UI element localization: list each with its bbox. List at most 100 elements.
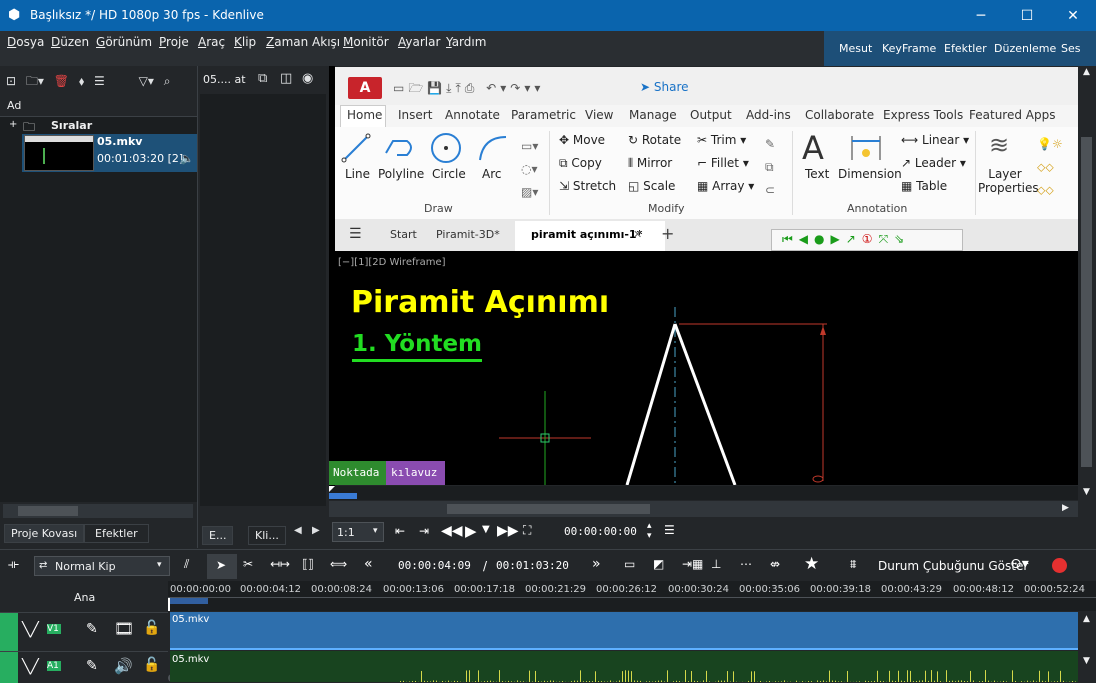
rewind-icon[interactable]: ◀◀ bbox=[441, 523, 463, 539]
timeline-zone[interactable] bbox=[170, 598, 208, 604]
video-track-icon[interactable]: 🎞 bbox=[114, 619, 134, 638]
extract-icon[interactable]: ⋯ bbox=[740, 557, 752, 571]
track-active-indicator[interactable] bbox=[0, 652, 18, 683]
menu-monitor[interactable]: Monitör bbox=[343, 35, 389, 49]
menu-zaman-akisi[interactable]: Zaman Akışı bbox=[266, 35, 340, 49]
edit-mode-select[interactable]: ⇄ Normal Kip ▾ bbox=[34, 556, 170, 576]
scroll-down-icon[interactable]: ▼ bbox=[1083, 487, 1090, 497]
search-icon[interactable]: ⌕ bbox=[164, 74, 171, 88]
bin-scrollbar[interactable] bbox=[3, 504, 193, 518]
tool-leader: ↗ Leader ▾ bbox=[901, 156, 966, 170]
list-view-icon[interactable]: ☰ bbox=[94, 74, 105, 88]
scroll-up-icon[interactable]: ▲ bbox=[1083, 67, 1090, 77]
menu-klip[interactable]: Klip bbox=[234, 35, 256, 49]
tab-project-bin[interactable]: Proje Kovası bbox=[4, 524, 84, 543]
tab-clip-properties[interactable]: Kli... bbox=[248, 526, 286, 545]
zoom-select[interactable]: 1:1 ▾ bbox=[332, 522, 384, 542]
playhead[interactable] bbox=[168, 598, 170, 611]
layout-ses[interactable]: Ses bbox=[1061, 42, 1080, 55]
set-out-point-icon[interactable]: ⇥ bbox=[419, 524, 429, 538]
maximize-button[interactable]: ☐ bbox=[1004, 0, 1050, 31]
ripple-icon[interactable]: ⟦⟧ bbox=[302, 557, 314, 571]
scroll-right-icon[interactable]: ▶ bbox=[1062, 503, 1069, 513]
delete-icon[interactable]: 🗑 bbox=[54, 74, 69, 88]
forward-icon[interactable]: ▶▶ bbox=[497, 523, 519, 539]
play-options-icon[interactable]: ▼ bbox=[482, 524, 490, 535]
selection-tool[interactable]: ➤ bbox=[207, 554, 237, 579]
overwrite-icon[interactable]: ▭ bbox=[624, 557, 635, 571]
record-options-icon[interactable]: ⊙▾ bbox=[1010, 556, 1029, 572]
crop-icon[interactable]: ⛶ bbox=[523, 523, 531, 538]
zone-icon[interactable]: ⇎ bbox=[770, 557, 780, 571]
status-bar-icon[interactable]: ⩩ bbox=[850, 557, 856, 572]
tab-scroll-right-icon[interactable]: ▶ bbox=[312, 525, 320, 536]
monitor-vertical-scrollbar[interactable]: ▲ ▼ bbox=[1078, 67, 1096, 500]
audio-track-icon[interactable]: 🔊 bbox=[114, 657, 133, 675]
spacer-icon[interactable]: ↤↦ bbox=[270, 557, 290, 571]
column-name-header[interactable]: Ad bbox=[7, 99, 21, 112]
timecode-spin-icon[interactable]: ▴▾ bbox=[647, 521, 652, 541]
go-end-icon[interactable]: » bbox=[592, 556, 601, 572]
menu-gorunum[interactable]: Görünüm bbox=[96, 35, 152, 49]
record-button[interactable] bbox=[1052, 558, 1067, 573]
menu-proje[interactable]: Proje bbox=[159, 35, 189, 49]
effects-icon[interactable]: ✎ bbox=[86, 658, 98, 674]
close-button[interactable]: ✕ bbox=[1050, 0, 1096, 31]
tab-clip-effects[interactable]: E... bbox=[202, 526, 233, 545]
timeline-ruler[interactable]: 00:00:00:00 00:00:04:12 00:00:08:24 00:0… bbox=[168, 581, 1096, 611]
list-item-clip[interactable]: 05.mkv 00:01:03:20 [2] 🔈 bbox=[22, 134, 197, 172]
menu-arac[interactable]: Araç bbox=[198, 35, 225, 49]
monitor-ruler[interactable] bbox=[329, 486, 1078, 500]
open-folder-icon[interactable]: 🗀▾ bbox=[26, 74, 44, 88]
monitor-menu-icon[interactable]: ☰ bbox=[664, 523, 675, 537]
layout-keyframe[interactable]: KeyFrame bbox=[882, 42, 936, 55]
show-status-bar-button[interactable]: Durum Çubuğunu Göster bbox=[878, 559, 1028, 573]
tag-icon[interactable]: ⬧ bbox=[79, 74, 84, 88]
scroll-down-icon[interactable]: ▼ bbox=[1083, 656, 1090, 666]
timeline-position[interactable]: 00:00:04:09 bbox=[398, 559, 471, 572]
composite-icon[interactable]: ◩ bbox=[653, 557, 664, 571]
favorite-star-icon[interactable]: ★ bbox=[804, 554, 819, 574]
lock-icon[interactable]: 🔓 bbox=[143, 657, 160, 673]
monitor-timecode[interactable]: 00:00:00:00 bbox=[564, 525, 637, 538]
timeline-vertical-scrollbar[interactable]: ▲ ▼ bbox=[1078, 612, 1096, 682]
scroll-up-icon[interactable]: ▲ bbox=[1083, 614, 1090, 624]
slip-icon[interactable]: ⟺ bbox=[330, 557, 347, 571]
tab-effects[interactable]: Efektler bbox=[84, 524, 149, 543]
go-start-icon[interactable]: « bbox=[364, 556, 373, 572]
monitor-zoom-icon[interactable]: ⧉ bbox=[258, 71, 267, 86]
lock-icon[interactable]: 🔓 bbox=[143, 620, 160, 636]
collapse-track-icon[interactable]: ╲╱ bbox=[22, 622, 39, 638]
layout-mesut[interactable]: Mesut bbox=[839, 42, 872, 55]
track-active-indicator[interactable] bbox=[0, 613, 18, 651]
timeline-clip-v1[interactable]: 05.mkv bbox=[170, 612, 1078, 650]
eye-icon[interactable]: ◉ bbox=[302, 71, 313, 86]
lift-icon[interactable]: ⊥ bbox=[711, 557, 721, 571]
effects-icon[interactable]: ✎ bbox=[86, 621, 98, 637]
play-icon[interactable]: ▶ bbox=[465, 522, 477, 540]
bin-icon[interactable]: ⊡ bbox=[6, 74, 16, 88]
timeline-clip-a1[interactable]: 05.mkv bbox=[170, 651, 1078, 682]
insert-icon[interactable]: ⇥▦ bbox=[682, 557, 703, 571]
bin-toolbar: ⊡ 🗀▾ 🗑 ⬧ ☰ ▽▾ ⌕ bbox=[6, 72, 170, 93]
timeline-settings-icon[interactable]: ⟛ bbox=[8, 557, 19, 572]
set-in-point-icon[interactable]: ⇤ bbox=[395, 524, 405, 538]
layout-duzenleme[interactable]: Düzenleme bbox=[994, 42, 1056, 55]
collapse-track-icon[interactable]: ╲╱ bbox=[22, 659, 39, 675]
layout-efektler[interactable]: Efektler bbox=[944, 42, 987, 55]
menu-yardim[interactable]: Yardım bbox=[446, 35, 486, 49]
expand-icon[interactable]: + bbox=[9, 119, 17, 130]
tool-array: ▦ Array ▾ bbox=[697, 179, 754, 193]
monitor-horizontal-scrollbar[interactable]: ▶ bbox=[329, 501, 1078, 517]
file-tab-start: Start bbox=[390, 228, 417, 241]
minimize-button[interactable]: ─ bbox=[958, 0, 1004, 31]
menu-duzen[interactable]: Düzen bbox=[51, 35, 89, 49]
razor-icon[interactable]: ✂ bbox=[243, 557, 253, 571]
clip-duration: 00:01:03:20 [2] bbox=[97, 152, 183, 165]
split-view-icon[interactable]: ◫ bbox=[280, 71, 292, 86]
razor-multi-icon[interactable]: ⫽ bbox=[184, 557, 189, 572]
tab-scroll-left-icon[interactable]: ◀ bbox=[294, 525, 302, 536]
menu-ayarlar[interactable]: Ayarlar bbox=[398, 35, 440, 49]
filter-icon[interactable]: ▽▾ bbox=[139, 74, 154, 88]
menu-dosya[interactable]: Dosya bbox=[7, 35, 44, 49]
